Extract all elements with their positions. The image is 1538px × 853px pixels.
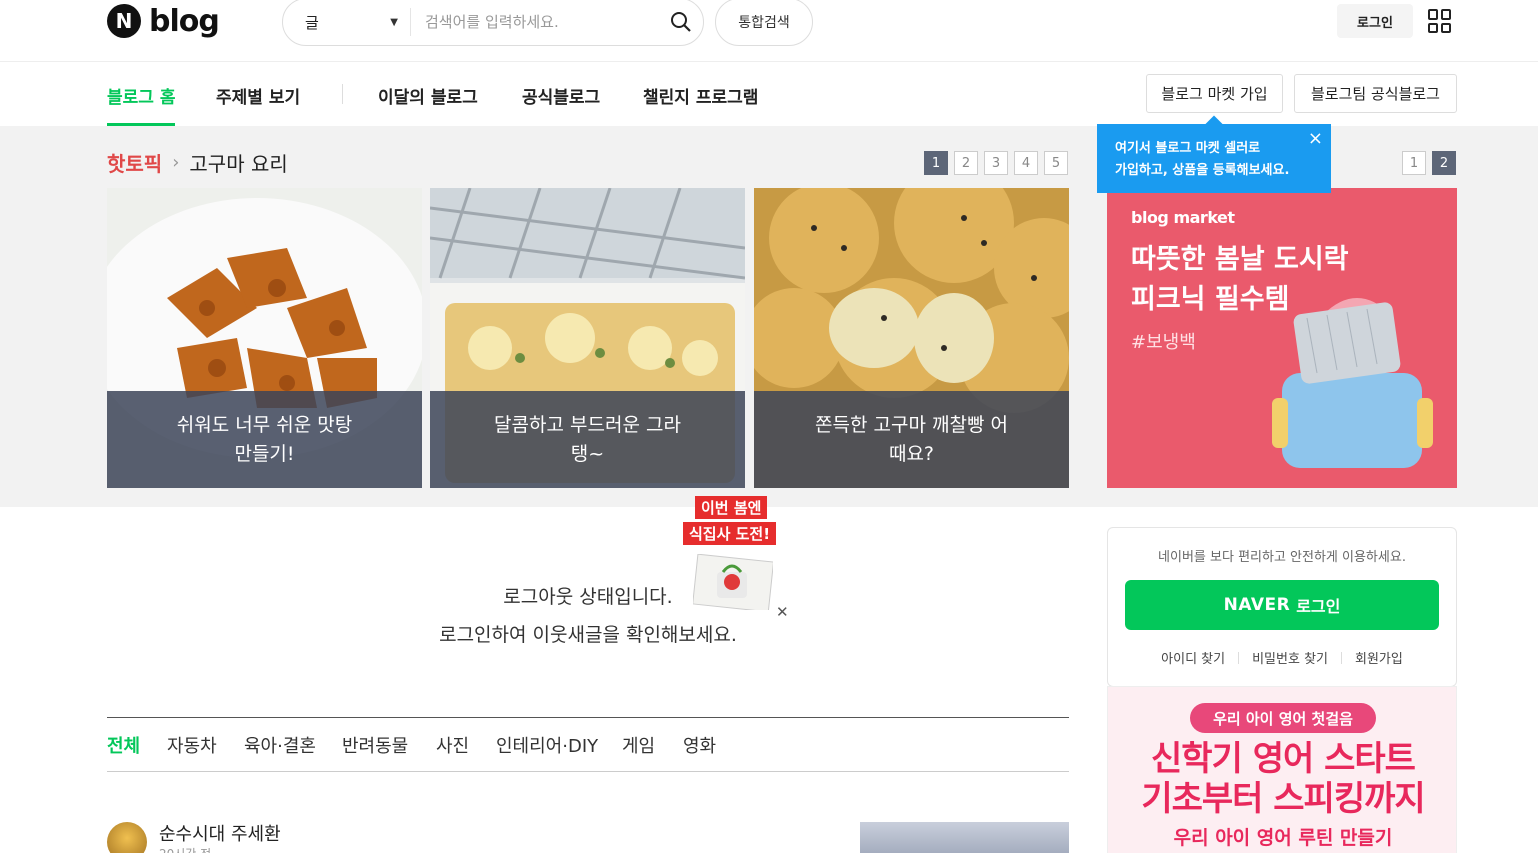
english-course-ad[interactable]: 우리 아이 영어 첫걸음 신학기 영어 스타트 기초부터 스피킹까지 우리 아이 … <box>1107 686 1457 853</box>
chevron-right-icon: › <box>172 152 180 173</box>
category-tab[interactable]: 사진 <box>436 732 469 758</box>
category-divider-top <box>107 717 1069 718</box>
page-button[interactable]: 2 <box>954 151 978 175</box>
hot-topic-name[interactable]: 고구마 요리 <box>189 148 287 177</box>
ad2-pill: 우리 아이 영어 첫걸음 <box>1190 703 1376 733</box>
promo-sticker[interactable]: 이번 봄엔 식집사 도전! <box>683 496 778 611</box>
nav-topic-view[interactable]: 주제별 보기 <box>216 83 300 126</box>
login-button[interactable]: 로그인 <box>1337 4 1413 38</box>
naver-login-button[interactable]: NAVER 로그인 <box>1125 580 1439 630</box>
ad2-headline: 신학기 영어 스타트 기초부터 스피킹까지 <box>1141 739 1425 819</box>
blog-market-ad[interactable]: blog market 따뜻한 봄날 도시락 피크닉 필수템 #보냉백 <box>1107 188 1457 488</box>
nav-blog-home[interactable]: 블로그 홈 <box>107 83 176 126</box>
hot-topic-card[interactable]: 달콤하고 부드러운 그라 탱~ <box>430 188 745 488</box>
hot-topic-title: 핫토픽 › 고구마 요리 <box>107 148 288 177</box>
hot-topic-card[interactable]: 쫀득한 고구마 깨찰빵 어 때요? <box>754 188 1069 488</box>
avatar[interactable] <box>107 822 147 853</box>
promo-line1: 이번 봄엔 <box>695 496 768 519</box>
page-button[interactable]: 1 <box>924 151 948 175</box>
main-nav: 블로그 홈 주제별 보기 이달의 블로그 공식블로그 챌린지 프로그램 블로그 … <box>0 63 1538 126</box>
feed-author[interactable]: 순수시대 주세환 <box>159 820 281 846</box>
page-button[interactable]: 5 <box>1044 151 1068 175</box>
card-caption: 쉬워도 너무 쉬운 맛탕 만들기! <box>107 391 422 488</box>
feed-time: 20시간 전 <box>159 845 211 853</box>
category-tab[interactable]: 육아·결혼 <box>244 732 316 758</box>
naver-login-label: 로그인 <box>1296 597 1341 616</box>
page-button[interactable]: 1 <box>1402 151 1426 175</box>
page-button[interactable]: 2 <box>1432 151 1456 175</box>
blog-market-join-button[interactable]: 블로그 마켓 가입 <box>1146 74 1283 113</box>
hot-topic-card[interactable]: 쉬워도 너무 쉬운 맛탕 만들기! <box>107 188 422 488</box>
page-button[interactable]: 3 <box>984 151 1008 175</box>
nav-official-blog[interactable]: 공식블로그 <box>522 83 600 126</box>
login-description: 네이버를 보다 편리하고 안전하게 이용하세요. <box>1158 550 1406 565</box>
top-header: N blog 글 ▼ 통합검색 로그인 <box>0 0 1538 62</box>
logout-notice-line2: 로그인하여 이웃새글을 확인해보세요. <box>439 624 737 646</box>
card-caption: 쫀득한 고구마 깨찰빵 어 때요? <box>754 391 1069 488</box>
card-caption: 달콤하고 부드러운 그라 탱~ <box>430 391 745 488</box>
plant-pot-icon <box>693 554 773 610</box>
signup-link[interactable]: 회원가입 <box>1342 648 1416 667</box>
promo-line2: 식집사 도전! <box>683 522 777 545</box>
integrated-search-button[interactable]: 통합검색 <box>715 0 813 46</box>
search-box: 글 ▼ <box>282 0 704 46</box>
nav-challenge-program[interactable]: 챌린지 프로그램 <box>643 83 758 126</box>
hot-topic-pager: 1 2 3 4 5 <box>924 151 1068 175</box>
category-tab[interactable]: 반려동물 <box>342 732 408 758</box>
category-divider-bottom <box>107 771 1069 772</box>
ad2-subtitle: 우리 아이 영어 루틴 만들기 <box>1173 827 1393 849</box>
feed-thumbnail[interactable] <box>860 822 1069 853</box>
ad-pager: 1 2 <box>1402 151 1456 175</box>
blog-team-official-button[interactable]: 블로그팀 공식블로그 <box>1294 74 1457 113</box>
nav-divider <box>342 84 343 104</box>
page-button[interactable]: 4 <box>1014 151 1038 175</box>
naver-brand: NAVER <box>1223 595 1291 615</box>
search-input[interactable] <box>411 13 659 31</box>
login-links: 아이디 찾기 비밀번호 찾기 회원가입 <box>1108 648 1456 667</box>
ad-tag: #보냉백 <box>1131 332 1196 353</box>
close-icon[interactable]: × <box>1308 128 1323 150</box>
find-password-link[interactable]: 비밀번호 찾기 <box>1239 648 1341 667</box>
market-join-tooltip: 여기서 블로그 마켓 셀러로 가입하고, 상품을 등록해보세요. × <box>1097 115 1331 193</box>
naver-blog-logo[interactable]: N blog <box>107 3 220 39</box>
search-type-label: 글 <box>305 13 319 32</box>
ad-brand: blog market <box>1131 208 1235 227</box>
hot-topic-label: 핫토픽 <box>107 152 163 176</box>
nav-blog-of-month[interactable]: 이달의 블로그 <box>378 83 478 126</box>
search-type-select[interactable]: 글 ▼ <box>283 8 411 36</box>
category-tab[interactable]: 영화 <box>683 732 716 758</box>
caret-down-icon: ▼ <box>390 16 398 28</box>
category-tab[interactable]: 인테리어·DIY <box>496 732 598 758</box>
search-icon[interactable] <box>659 0 703 44</box>
logo-text: blog <box>149 3 220 39</box>
category-tab[interactable]: 게임 <box>622 732 655 758</box>
service-menu-icon[interactable] <box>1428 9 1452 33</box>
naver-n-icon: N <box>107 4 141 38</box>
cooler-bag-illustration <box>1272 298 1433 468</box>
category-tab[interactable]: 전체 <box>107 732 140 758</box>
close-icon[interactable]: ✕ <box>776 603 789 621</box>
category-tab[interactable]: 자동차 <box>167 732 217 758</box>
login-box: 네이버를 보다 편리하고 안전하게 이용하세요. NAVER 로그인 아이디 찾… <box>1107 527 1457 687</box>
find-id-link[interactable]: 아이디 찾기 <box>1148 648 1238 667</box>
